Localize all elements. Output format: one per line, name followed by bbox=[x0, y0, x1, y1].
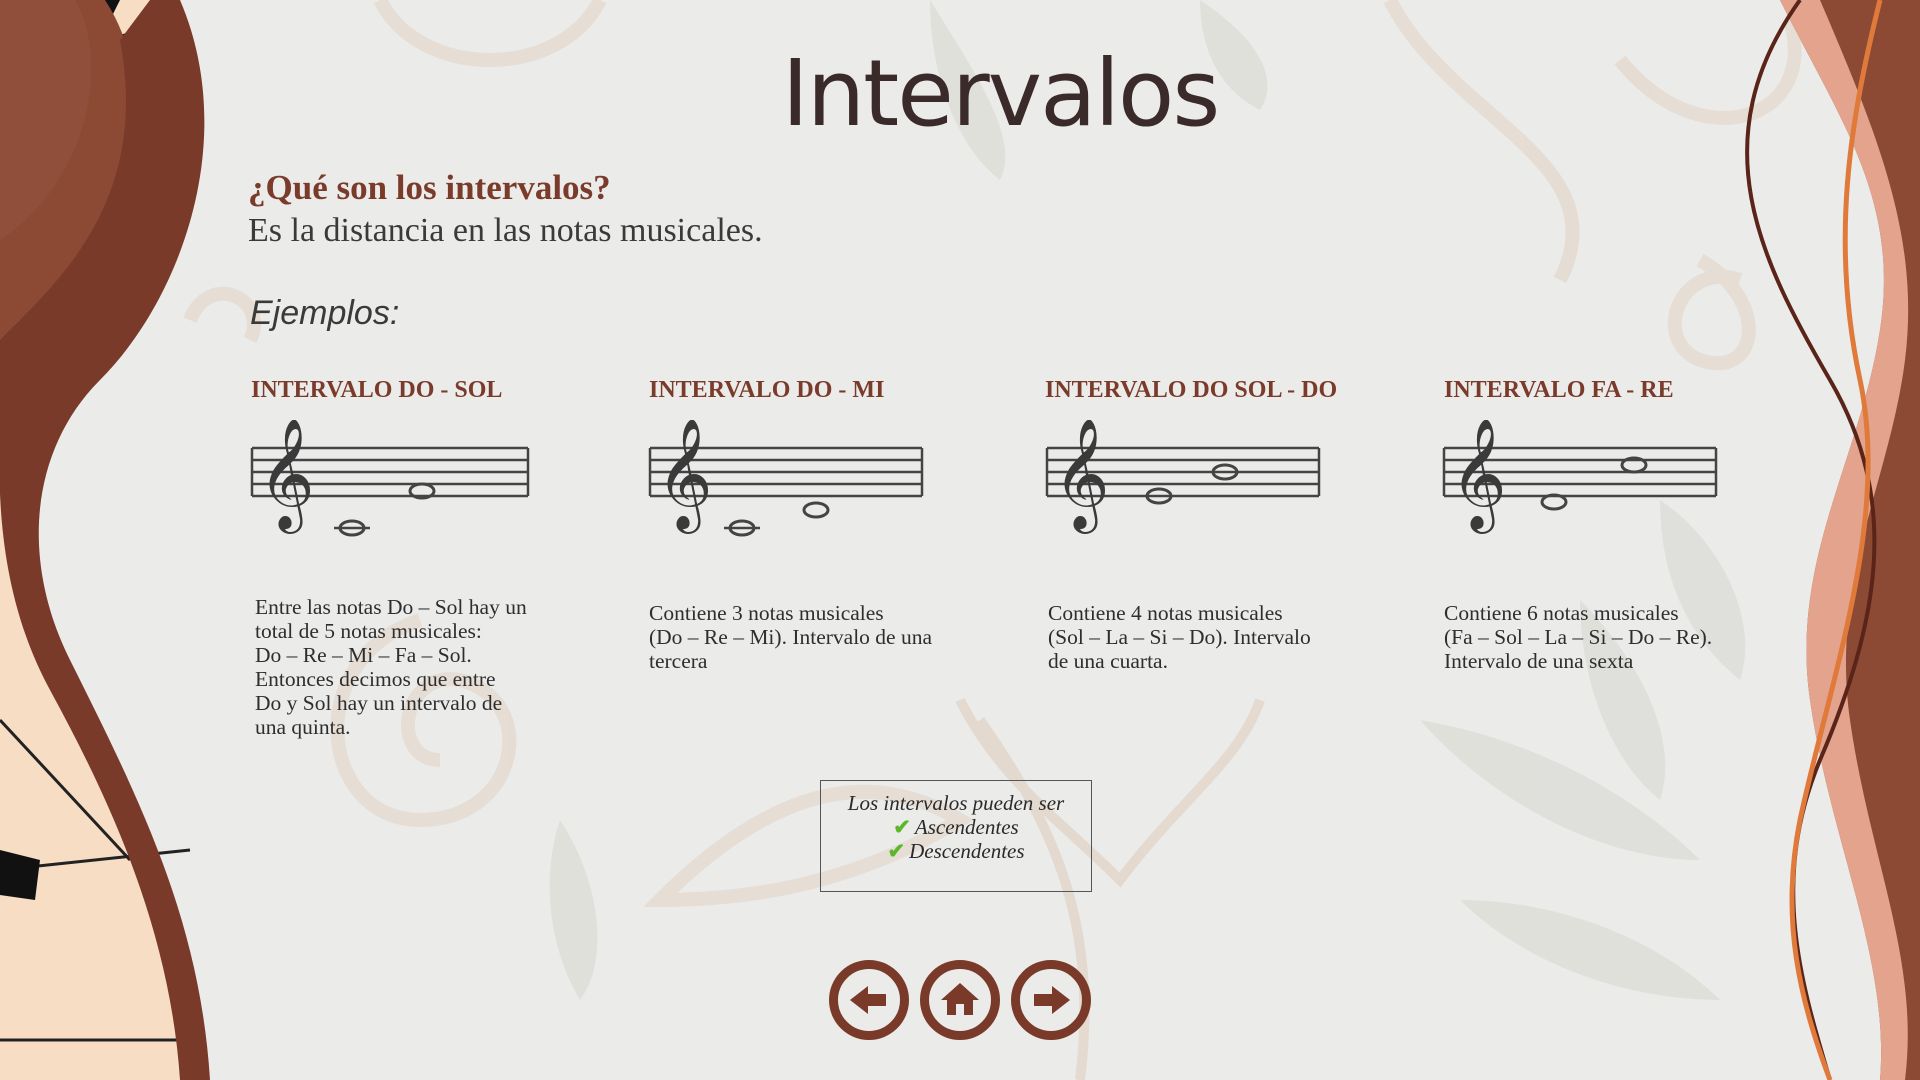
interval-types-box: Los intervalos pueden ser ✔ Ascendentes ✔… bbox=[820, 780, 1092, 892]
info-box-heading: Los intervalos pueden ser bbox=[847, 791, 1065, 815]
arrow-left-icon bbox=[850, 986, 886, 1014]
desc-line: Contiene 3 notas musicales bbox=[649, 601, 884, 625]
example-title-fa-re: INTERVALO FA - RE bbox=[1444, 377, 1674, 403]
desc-line: (Do – Re – Mi). Intervalo de una bbox=[649, 625, 933, 649]
info-item-label: Ascendentes bbox=[914, 815, 1019, 839]
desc-line: Contiene 6 notas musicales bbox=[1444, 601, 1679, 625]
desc-line: Intervalo de una sexta bbox=[1444, 649, 1634, 673]
treble-clef-icon: 𝄞 bbox=[1450, 420, 1507, 534]
example-desc-do-sol: Entre las notas Do – Sol hay un total de… bbox=[255, 595, 527, 739]
staff-fa-re: 𝄞 bbox=[1442, 420, 1718, 534]
staff-do-sol: 𝄞 bbox=[250, 420, 530, 537]
staff-sol-do: 𝄞 bbox=[1045, 420, 1321, 534]
next-button[interactable] bbox=[1011, 960, 1091, 1040]
arrow-right-icon bbox=[1034, 986, 1070, 1014]
example-title-do-sol: INTERVALO DO - SOL bbox=[251, 377, 503, 403]
info-item-descendentes: ✔ Descendentes bbox=[821, 839, 1091, 863]
info-item-label: Descendentes bbox=[909, 839, 1025, 863]
answer-text: Es la distancia en las notas musicales. bbox=[248, 212, 763, 249]
info-item-ascendentes: ✔ Ascendentes bbox=[821, 815, 1091, 839]
example-title-do-mi: INTERVALO DO - MI bbox=[649, 377, 885, 403]
question-heading: ¿Qué son los intervalos? bbox=[248, 168, 611, 207]
desc-line: Contiene 4 notas musicales bbox=[1048, 601, 1283, 625]
page-title: Intervalos bbox=[781, 40, 1221, 147]
check-icon: ✔ bbox=[887, 839, 906, 863]
examples-label: Ejemplos: bbox=[250, 294, 400, 332]
desc-line: Do y Sol hay un intervalo de bbox=[255, 691, 503, 715]
desc-line: Do – Re – Mi – Fa – Sol. bbox=[255, 643, 472, 667]
desc-line: Entre las notas Do – Sol hay un bbox=[255, 595, 527, 619]
prev-button[interactable] bbox=[829, 960, 909, 1040]
home-button[interactable] bbox=[920, 960, 1000, 1040]
example-desc-sol-do: Contiene 4 notas musicales (Sol – La – S… bbox=[1048, 601, 1311, 673]
example-title-sol-do: INTERVALO DO SOL - DO bbox=[1045, 377, 1338, 403]
home-icon bbox=[941, 983, 979, 1015]
desc-line: una quinta. bbox=[255, 715, 351, 739]
desc-line: (Sol – La – Si – Do). Intervalo bbox=[1048, 625, 1311, 649]
example-desc-fa-re: Contiene 6 notas musicales (Fa – Sol – L… bbox=[1444, 601, 1712, 673]
desc-line: (Fa – Sol – La – Si – Do – Re). bbox=[1444, 625, 1713, 649]
check-icon: ✔ bbox=[893, 815, 911, 839]
desc-line: total de 5 notas musicales: bbox=[255, 619, 482, 643]
treble-clef-icon: 𝄞 bbox=[1053, 420, 1110, 534]
desc-line: tercera bbox=[649, 649, 708, 673]
treble-clef-icon: 𝄞 bbox=[258, 420, 315, 534]
desc-line: de una cuarta. bbox=[1048, 649, 1168, 673]
staff-do-mi: 𝄞 bbox=[648, 420, 924, 537]
example-desc-do-mi: Contiene 3 notas musicales (Do – Re – Mi… bbox=[649, 601, 932, 673]
treble-clef-icon: 𝄞 bbox=[656, 420, 713, 534]
desc-line: Entonces decimos que entre bbox=[255, 667, 496, 691]
